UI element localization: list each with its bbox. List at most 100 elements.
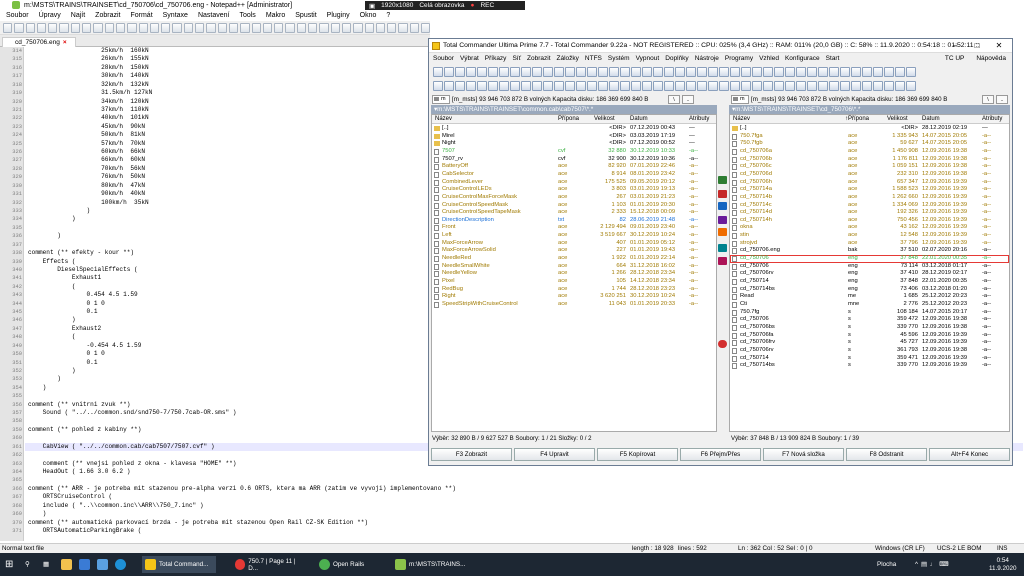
code-line[interactable]: Sound ( "../../common.snd/snd750-7/750.7…: [28, 409, 237, 417]
code-line[interactable]: 37km/h 110kN: [28, 106, 149, 114]
code-line[interactable]: ): [28, 232, 61, 240]
np-menu-item[interactable]: Nastavení: [198, 12, 230, 19]
code-line[interactable]: 76km/h 50kN: [28, 173, 145, 181]
np-toolbar-button[interactable]: [217, 22, 227, 33]
tc-menu-item[interactable]: Start: [826, 55, 840, 62]
file-row[interactable]: CabSelector ace 8 914 08.01.2019 23:42 -a--: [432, 171, 716, 179]
right-col-size[interactable]: Velikost: [887, 116, 908, 122]
store-button[interactable]: [76, 556, 93, 573]
file-row[interactable]: RedBug ace 1 744 28.12.2018 23:23 -a--: [432, 286, 716, 294]
code-line[interactable]: -0.454 4.5 1.59: [28, 342, 142, 350]
file-row[interactable]: CruiseControlMaxForceMask ace 267 03.01.201…: [432, 194, 716, 202]
tc-menu-item[interactable]: Doplňky: [665, 55, 688, 62]
tc-toolbar-button[interactable]: [576, 81, 586, 91]
file-row[interactable]: okna ace 43 162 12.09.2016 19:39 -a--: [730, 224, 1009, 232]
tc-toolbar-button[interactable]: [829, 81, 839, 91]
tab-cd-750706-eng[interactable]: cd_750706.eng ×: [2, 37, 76, 47]
np-toolbar-button[interactable]: [420, 22, 431, 33]
code-line[interactable]: include ( "..\\common.inc\\ARR\\750_7.in…: [28, 502, 204, 510]
tc-toolbar-button[interactable]: [444, 67, 454, 77]
tc-menu-item[interactable]: Konfigurace: [785, 55, 820, 62]
taskbar-total-commander[interactable]: Total Command...: [142, 556, 216, 573]
tc-toolbar-button[interactable]: [433, 67, 443, 77]
tc-toolbar-button[interactable]: [664, 67, 674, 77]
tc-toolbar-button[interactable]: [906, 67, 916, 77]
record-icon[interactable]: ●: [471, 2, 475, 9]
np-toolbar-button[interactable]: [308, 22, 318, 33]
tc-toolbar-button[interactable]: [653, 67, 663, 77]
tc-toolbar-button[interactable]: [598, 81, 608, 91]
code-line[interactable]: DieselSpecialEffects (: [28, 266, 137, 274]
tc-toolbar-button[interactable]: [741, 81, 751, 91]
np-toolbar-button[interactable]: [319, 22, 329, 33]
tc-toolbar-button[interactable]: [565, 81, 575, 91]
tc-toolbar-button[interactable]: [455, 81, 465, 91]
np-menu-item[interactable]: Syntaxe: [163, 12, 188, 19]
np-toolbar-button[interactable]: [195, 22, 205, 33]
np-toolbar-button[interactable]: [82, 22, 92, 33]
file-row[interactable]: Night <DIR> 07.12.2019 00:52 —: [432, 140, 716, 148]
tc-toolbar-button[interactable]: [576, 67, 586, 77]
tc-toolbar-button[interactable]: [642, 67, 652, 77]
file-row[interactable]: cd_750706b ace 1 176 811 12.09.2016 19:38 -a…: [730, 156, 1009, 164]
left-up-button[interactable]: ..: [682, 94, 694, 104]
blue-tool-icon[interactable]: [718, 202, 727, 210]
np-toolbar-button[interactable]: [251, 22, 261, 33]
np-toolbar-button[interactable]: [262, 22, 273, 33]
left-col-name[interactable]: Název: [435, 116, 452, 122]
code-line[interactable]: 28km/h 150kN: [28, 64, 149, 72]
fkey-button[interactable]: F4 Upravit: [514, 448, 595, 461]
tc-toolbar-button[interactable]: [631, 81, 641, 91]
file-row[interactable]: cd_750714d ace 192 326 12.09.2016 19:39 -a--: [730, 209, 1009, 217]
np-toolbar-button[interactable]: [285, 22, 295, 33]
right-file-panel[interactable]: Název ↑Přípona Velikost Datum Atributy […: [729, 114, 1010, 432]
taskbar-vivaldi[interactable]: 750.7 | Page 11 | D...: [232, 556, 306, 573]
file-row[interactable]: cd_750706d ace 232 310 12.09.2016 19:38 -a--: [730, 171, 1009, 179]
tc-toolbar-button[interactable]: [686, 81, 696, 91]
file-row[interactable]: Cti mne 2 776 25.12.2012 20:23 -a--: [730, 301, 1009, 309]
file-row[interactable]: stin ace 12 548 12.09.2016 19:39 -a--: [730, 232, 1009, 240]
tc-toolbar-button[interactable]: [433, 81, 443, 91]
file-row[interactable]: [..] <DIR> 07.12.2019 00:43 —: [432, 125, 716, 133]
tc-toolbar-button[interactable]: [565, 67, 575, 77]
pink-tool-icon[interactable]: [718, 257, 727, 265]
np-toolbar-button[interactable]: [353, 22, 363, 33]
file-row[interactable]: DirectionDescription txt 82 28.06.2019 21:4…: [432, 217, 716, 225]
tc-toolbar-button[interactable]: [653, 81, 663, 91]
purple-tool-icon[interactable]: [718, 216, 727, 224]
code-line[interactable]: Exhaust2: [28, 325, 101, 333]
tc-toolbar-button[interactable]: [543, 81, 553, 91]
tc-toolbar-button[interactable]: [873, 67, 883, 77]
tc-toolbar-button[interactable]: [697, 67, 707, 77]
code-line[interactable]: ): [28, 384, 47, 392]
code-line[interactable]: 0 1 0: [28, 350, 105, 358]
tc-toolbar-button[interactable]: [818, 67, 828, 77]
start-button[interactable]: ⊞: [2, 556, 16, 573]
file-row[interactable]: CruiseControlLEDs ace 3 803 03.01.2019 19:1…: [432, 186, 716, 194]
np-toolbar-button[interactable]: [183, 22, 194, 33]
code-line[interactable]: 90km/h 40kN: [28, 190, 145, 198]
np-toolbar-button[interactable]: [138, 22, 148, 33]
tc-toolbar-button[interactable]: [587, 81, 597, 91]
tc-toolbar-button[interactable]: [796, 81, 806, 91]
minimize-icon[interactable]: –: [944, 40, 966, 51]
np-toolbar-button[interactable]: [93, 22, 103, 33]
tc-menu-item[interactable]: Nástroje: [695, 55, 719, 62]
tc-toolbar-button[interactable]: [631, 67, 641, 77]
tc-toolbar-button[interactable]: [851, 67, 861, 77]
np-toolbar-button[interactable]: [149, 22, 160, 33]
tray-icons[interactable]: ^ ▤ ♩ ⌨: [912, 556, 951, 573]
code-line[interactable]: 0.1: [28, 359, 98, 367]
file-row[interactable]: cd_750706h ace 657 347 12.09.2016 19:39 -a--: [730, 179, 1009, 187]
tc-menu-item[interactable]: NTFS: [585, 55, 602, 62]
tc-toolbar-button[interactable]: [763, 67, 773, 77]
tc-toolbar-button[interactable]: [598, 67, 608, 77]
right-col-date[interactable]: Datum: [922, 116, 940, 122]
code-line[interactable]: 57km/h 70kN: [28, 140, 145, 148]
tc-toolbar-button[interactable]: [730, 81, 740, 91]
tc-toolbar-button[interactable]: [884, 81, 894, 91]
tc-toolbar-button[interactable]: [741, 67, 751, 77]
file-row[interactable]: cd_750706rv eng 37 410 28.12.2019 02:17 -a--: [730, 270, 1009, 278]
edge-button[interactable]: [112, 556, 129, 573]
tc-toolbar-button[interactable]: [587, 67, 597, 77]
